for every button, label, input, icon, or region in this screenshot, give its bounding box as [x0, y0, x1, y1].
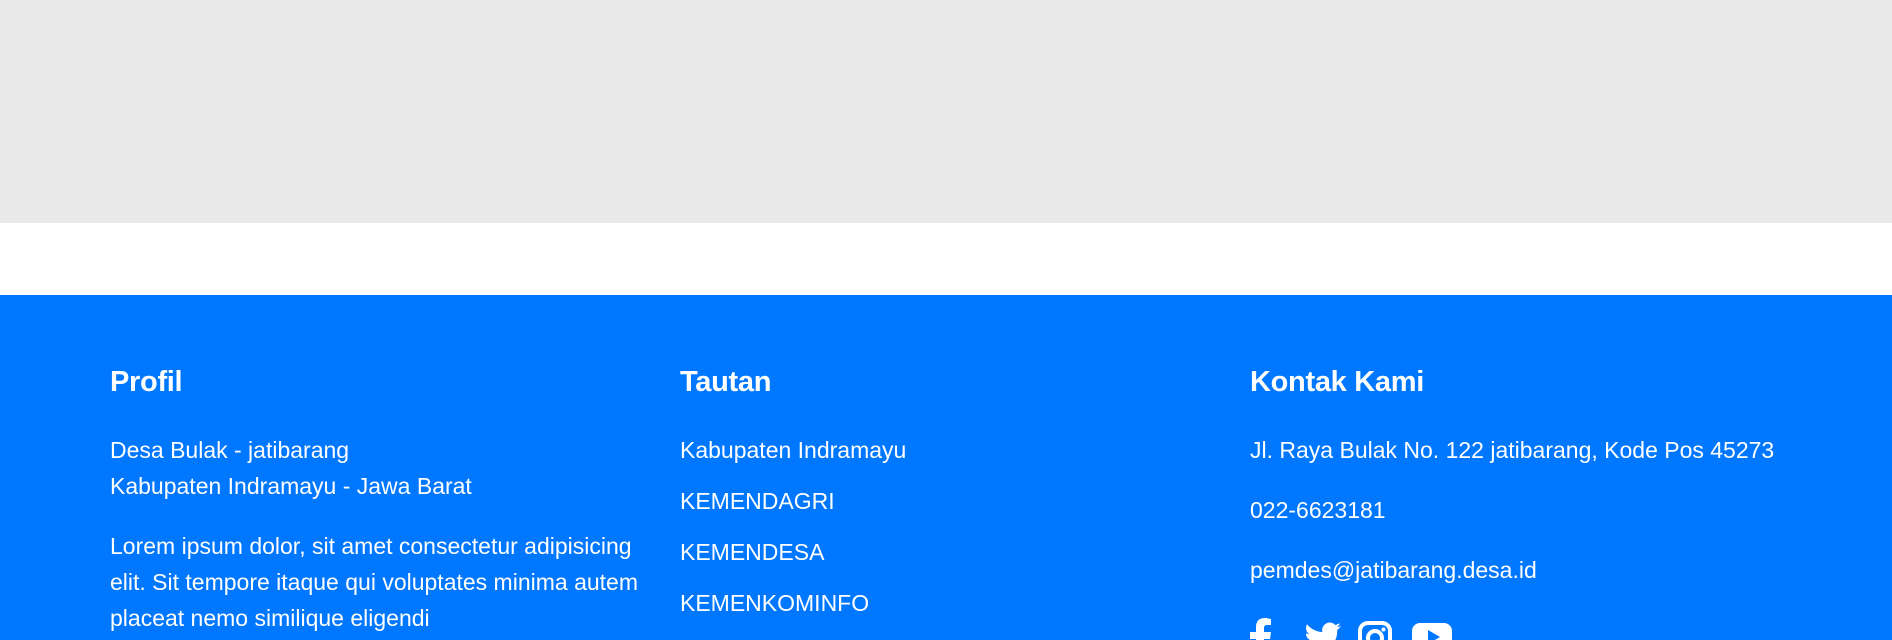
list-item: KEMENKOMINFO [680, 585, 906, 636]
kontak-heading: Kontak Kami [1250, 366, 1424, 398]
tautan-link-list: Kabupaten Indramayu KEMENDAGRI KEMENDESA… [680, 432, 906, 636]
list-item: KEMENDESA [680, 534, 906, 585]
link-kabupaten-indramayu[interactable]: Kabupaten Indramayu [680, 437, 906, 463]
contact-email: pemdes@jatibarang.desa.id [1250, 557, 1537, 583]
profil-description: Lorem ipsum dolor, sit amet consectetur … [110, 533, 638, 631]
twitter-icon[interactable] [1304, 617, 1344, 640]
facebook-icon[interactable] [1250, 617, 1290, 640]
contact-address: Jl. Raya Bulak No. 122 jatibarang, Kode … [1250, 437, 1775, 463]
profil-heading: Profil [110, 366, 183, 398]
spacer [0, 223, 1892, 295]
link-kemenkominfo[interactable]: KEMENKOMINFO [680, 590, 869, 616]
content-placeholder [0, 0, 1892, 223]
tautan-heading: Tautan [680, 366, 772, 398]
contact-phone: 022-6623181 [1250, 497, 1386, 523]
link-kemendagri[interactable]: KEMENDAGRI [680, 488, 835, 514]
list-item: Kabupaten Indramayu [680, 432, 906, 483]
page: Profil Desa Bulak - jatibarang Kabupaten… [0, 0, 1892, 640]
social-links [1250, 617, 1452, 640]
list-item: KEMENDAGRI [680, 483, 906, 534]
site-footer: Profil Desa Bulak - jatibarang Kabupaten… [0, 295, 1892, 640]
link-kemendesa[interactable]: KEMENDESA [680, 539, 824, 565]
youtube-icon[interactable] [1412, 617, 1452, 640]
profil-line-2: Kabupaten Indramayu - Jawa Barat [110, 473, 472, 499]
instagram-icon[interactable] [1358, 617, 1398, 640]
profil-address: Desa Bulak - jatibarang Kabupaten Indram… [110, 432, 472, 504]
profil-line-1: Desa Bulak - jatibarang [110, 437, 350, 463]
